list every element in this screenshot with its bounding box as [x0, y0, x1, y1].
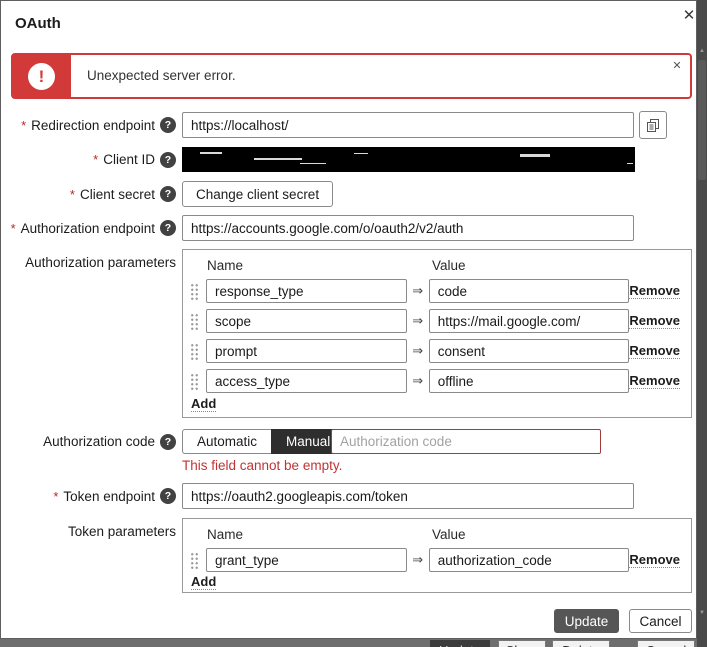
update-button[interactable]: Update — [554, 609, 619, 633]
client-secret-label: * Client secret ? — [1, 181, 176, 207]
drag-handle-icon[interactable] — [190, 313, 199, 330]
copy-button[interactable] — [639, 111, 667, 139]
client-id-label: * Client ID ? — [1, 147, 176, 172]
scroll-down-icon[interactable]: ▼ — [697, 610, 707, 616]
drag-handle-icon[interactable] — [190, 343, 199, 360]
param-value-input[interactable] — [429, 309, 630, 333]
token-parameters-panel: Name Value ⇒ Remove Add — [182, 518, 692, 593]
required-marker: * — [53, 489, 58, 504]
authorization-code-label: Authorization code ? — [1, 429, 176, 454]
arrow-right-icon: ⇒ — [407, 343, 429, 359]
name-column-header: Name — [207, 527, 243, 542]
help-icon[interactable]: ? — [160, 117, 176, 133]
help-icon[interactable]: ? — [160, 186, 176, 202]
help-icon[interactable]: ? — [160, 152, 176, 168]
drag-handle-icon[interactable] — [190, 373, 199, 390]
drag-handle-icon[interactable] — [190, 552, 199, 569]
authorization-code-input[interactable] — [331, 429, 601, 454]
remove-link[interactable]: Remove — [629, 373, 680, 389]
cancel-button[interactable]: Cancel — [629, 609, 692, 633]
background-cancel-button: Cancel — [637, 640, 695, 647]
copy-icon — [646, 118, 660, 132]
authorization-code-mode-toggle: Automatic Manual — [182, 429, 345, 454]
background-dimmed-area: Update Clone Delete Cancel — [0, 640, 697, 647]
param-value-input[interactable] — [429, 339, 630, 363]
parameter-row: ⇒ Remove — [190, 339, 684, 363]
add-link[interactable]: Add — [191, 396, 216, 412]
background-clone-button: Clone — [498, 640, 546, 647]
exclamation-icon: ! — [28, 63, 55, 90]
param-value-input[interactable] — [429, 548, 630, 572]
token-parameters-label: Token parameters — [1, 518, 176, 544]
error-banner: ! Unexpected server error. ✕ — [11, 53, 692, 99]
name-column-header: Name — [207, 258, 243, 273]
value-column-header: Value — [432, 258, 466, 273]
redirection-endpoint-label: * Redirection endpoint ? — [1, 112, 176, 138]
remove-link[interactable]: Remove — [629, 552, 680, 568]
parameter-row: ⇒ Remove — [190, 548, 684, 572]
background-update-button: Update — [430, 640, 490, 647]
required-marker: * — [21, 118, 26, 133]
scrollbar[interactable]: ▲ ▼ — [697, 0, 707, 647]
parameter-row: ⇒ Remove — [190, 279, 684, 303]
remove-link[interactable]: Remove — [629, 343, 680, 359]
param-name-input[interactable] — [206, 369, 407, 393]
remove-link[interactable]: Remove — [629, 283, 680, 299]
error-badge: ! — [12, 54, 71, 98]
param-name-input[interactable] — [206, 279, 407, 303]
error-message: Unexpected server error. — [87, 55, 236, 97]
authorization-parameters-panel: Name Value ⇒ Remove ⇒ Re — [182, 249, 692, 418]
field-error-text: This field cannot be empty. — [182, 458, 342, 473]
remove-link[interactable]: Remove — [629, 313, 680, 329]
arrow-right-icon: ⇒ — [407, 283, 429, 299]
oauth-dialog: OAuth ✕ ! Unexpected server error. ✕ * R… — [0, 0, 697, 639]
help-icon[interactable]: ? — [160, 220, 176, 236]
banner-close-icon[interactable]: ✕ — [669, 57, 685, 73]
param-name-input[interactable] — [206, 339, 407, 363]
authorization-endpoint-label: * Authorization endpoint ? — [1, 215, 176, 241]
param-value-input[interactable] — [429, 369, 630, 393]
background-delete-button: Delete — [552, 640, 610, 647]
value-column-header: Value — [432, 527, 466, 542]
client-id-redacted-value[interactable] — [182, 147, 635, 172]
automatic-toggle-button[interactable]: Automatic — [182, 429, 271, 454]
screen: OAuth ✕ ! Unexpected server error. ✕ * R… — [0, 0, 707, 647]
arrow-right-icon: ⇒ — [407, 313, 429, 329]
help-icon[interactable]: ? — [160, 434, 176, 450]
required-marker: * — [70, 187, 75, 202]
scrollbar-thumb[interactable] — [698, 60, 706, 180]
help-icon[interactable]: ? — [160, 488, 176, 504]
close-icon[interactable]: ✕ — [679, 6, 697, 26]
param-name-input[interactable] — [206, 548, 407, 572]
arrow-right-icon: ⇒ — [407, 552, 429, 568]
parameter-row: ⇒ Remove — [190, 309, 684, 333]
redirection-endpoint-input[interactable] — [182, 112, 634, 138]
dialog-title: OAuth — [15, 15, 61, 32]
authorization-endpoint-input[interactable] — [182, 215, 634, 241]
required-marker: * — [11, 221, 16, 236]
token-endpoint-input[interactable] — [182, 483, 634, 509]
drag-handle-icon[interactable] — [190, 283, 199, 300]
scroll-up-icon[interactable]: ▲ — [697, 48, 707, 54]
param-value-input[interactable] — [429, 279, 630, 303]
add-link[interactable]: Add — [191, 574, 216, 590]
parameter-row: ⇒ Remove — [190, 369, 684, 393]
change-client-secret-button[interactable]: Change client secret — [182, 181, 333, 207]
required-marker: * — [93, 152, 98, 167]
param-name-input[interactable] — [206, 309, 407, 333]
token-endpoint-label: * Token endpoint ? — [1, 483, 176, 509]
arrow-right-icon: ⇒ — [407, 373, 429, 389]
authorization-parameters-label: Authorization parameters — [1, 249, 176, 275]
